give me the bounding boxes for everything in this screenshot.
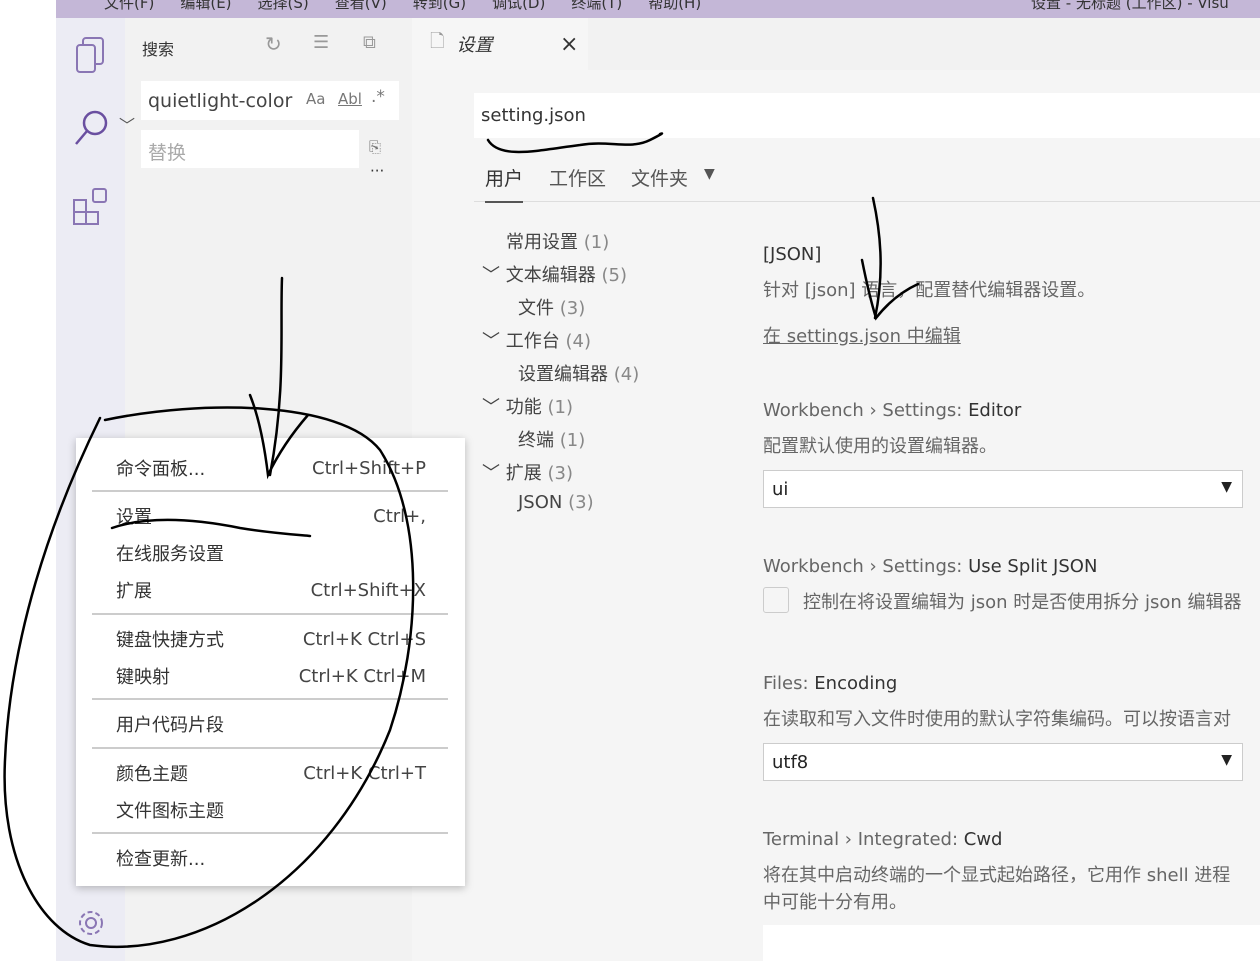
manage-context-menu: 命令面板... Ctrl+Shift+P 设置 Ctrl+, 在线服务设置 扩展 Ct… [76, 438, 465, 886]
cwd-input[interactable] [763, 925, 1260, 965]
replace-input[interactable]: 替换 [141, 130, 359, 168]
menu-item-extensions[interactable]: 扩展 Ctrl+Shift+X [116, 574, 426, 606]
menu-go[interactable]: 转到(G) [413, 0, 466, 13]
setting-title: Workbench › Settings: Editor [763, 400, 1022, 421]
scope-tabs: 用户 工作区 文件夹 ▼ [474, 164, 1260, 203]
replace-placeholder: 替换 [148, 142, 187, 164]
settings-editor-select[interactable]: ui ▼ [763, 470, 1243, 508]
setting-title: Workbench › Settings: Use Split JSON [763, 556, 1098, 577]
clear-results-icon[interactable]: ☰ [313, 32, 329, 53]
menu-edit[interactable]: 编辑(E) [180, 0, 231, 13]
menu-terminal[interactable]: 终端(T) [571, 0, 622, 13]
menu-item-keyboard-shortcuts[interactable]: 键盘快捷方式 Ctrl+K Ctrl+S [116, 623, 426, 655]
close-icon[interactable]: × [560, 32, 578, 57]
dropdown-arrow-icon: ▼ [1221, 479, 1232, 495]
menu-item-color-theme[interactable]: 颜色主题 Ctrl+K Ctrl+T [116, 757, 426, 789]
menu-debug[interactable]: 调试(D) [492, 0, 545, 13]
toc-item[interactable]: 终端 (1) [518, 426, 585, 452]
menu-separator [92, 490, 448, 492]
setting-desc: 将在其中启动终端的一个显式起始路径，它用作 shell 进程 [763, 865, 1231, 886]
tab-label: 设置 [456, 35, 493, 56]
settings-search-value: setting.json [481, 105, 586, 126]
files-icon[interactable] [56, 30, 125, 80]
toc-item[interactable]: 设置编辑器 (4) [518, 360, 639, 386]
toc-item[interactable]: ﹀ 文本编辑器 (5) [482, 261, 627, 287]
menu-separator [92, 698, 448, 700]
dropdown-arrow-icon: ▼ [1221, 752, 1232, 768]
menu-separator [92, 832, 448, 834]
menu-separator [92, 613, 448, 615]
settings-editor: setting.json 用户 工作区 文件夹 ▼ 常用设置 (1) ﹀ 文本编… [412, 70, 1260, 965]
edit-in-settings-json-link[interactable]: 在 settings.json 中编辑 [763, 322, 961, 348]
settings-search-input[interactable]: setting.json [474, 93, 1260, 138]
use-split-json-checkbox[interactable] [763, 587, 789, 613]
tab-workspace[interactable]: 工作区 [549, 164, 606, 191]
toc-item[interactable]: ﹀ 工作台 (4) [482, 327, 591, 353]
extensions-icon[interactable] [56, 181, 125, 231]
toc-item[interactable]: ﹀ 扩展 (3) [482, 459, 573, 485]
menu-selection[interactable]: 选择(S) [258, 0, 309, 13]
menu-item-check-updates[interactable]: 检查更新... [116, 842, 426, 874]
json-setting-title: [JSON] [763, 244, 822, 265]
setting-desc: 控制在将设置编辑为 json 时是否使用拆分 json 编辑器 [803, 592, 1242, 613]
menu-item-online-settings[interactable]: 在线服务设置 [116, 537, 426, 569]
setting-desc: 在读取和写入文件时使用的默认字符集编码。可以按语言对 [763, 709, 1231, 730]
toc-item[interactable]: 文件 (3) [518, 294, 585, 320]
toc-item[interactable]: ﹀ 功能 (1) [482, 393, 573, 419]
collapse-all-icon[interactable]: ⧉ [363, 32, 376, 53]
sidebar-title: 搜索 [142, 40, 175, 59]
menu-item-file-icon-theme[interactable]: 文件图标主题 [116, 794, 426, 826]
window-title: 设置 - 无标题 (工作区) - Visu [1031, 0, 1229, 12]
folder-dropdown-icon[interactable]: ▼ [704, 166, 715, 182]
menu-help[interactable]: 帮助(H) [648, 0, 701, 13]
match-case-icon[interactable]: Aa [306, 90, 325, 108]
refresh-icon[interactable]: ↻ [265, 32, 282, 56]
setting-desc: 中可能十分有用。 [763, 892, 907, 913]
menu-file[interactable]: 文件(F) [104, 0, 154, 13]
file-icon: 🗋 [430, 31, 445, 52]
toc-item[interactable]: JSON (3) [518, 492, 594, 513]
tab-settings[interactable]: 🗋 设置 × [412, 18, 588, 70]
setting-desc: 配置默认使用的设置编辑器。 [763, 436, 997, 457]
replace-all-icon[interactable]: ⎘ [369, 138, 381, 156]
search-icon[interactable] [56, 103, 125, 153]
tab-folder[interactable]: 文件夹 [631, 164, 688, 191]
menu-item-user-snippets[interactable]: 用户代码片段 [116, 708, 426, 740]
tab-user[interactable]: 用户 [485, 164, 524, 203]
menu-item-command-palette[interactable]: 命令面板... Ctrl+Shift+P [116, 452, 426, 484]
menu-view[interactable]: 查看(V) [335, 0, 387, 13]
chevron-down-icon[interactable]: ﹀ [119, 112, 135, 136]
title-bar: 文件(F) 编辑(E) 选择(S) 查看(V) 转到(G) 调试(D) 终端(T… [56, 0, 1260, 18]
more-options-icon[interactable]: ··· [370, 162, 384, 180]
gear-icon[interactable] [56, 898, 125, 948]
json-setting-desc: 针对 [json] 语言，配置替代编辑器设置。 [763, 280, 1096, 301]
encoding-select[interactable]: utf8 ▼ [763, 743, 1243, 781]
setting-title: Terminal › Integrated: Cwd [763, 829, 1003, 850]
search-value: quietlight-color [148, 90, 293, 112]
whole-word-icon[interactable]: Abl [338, 90, 362, 108]
menu-item-keymaps[interactable]: 键映射 Ctrl+K Ctrl+M [116, 660, 426, 692]
toc-item[interactable]: 常用设置 (1) [506, 228, 609, 254]
menu-separator [92, 747, 448, 749]
search-input[interactable]: quietlight-color Aa Abl .* [141, 81, 399, 120]
tab-bar: 🗋 设置 × [412, 18, 1260, 70]
regex-icon[interactable]: .* [371, 87, 385, 107]
menu-item-settings[interactable]: 设置 Ctrl+, [116, 500, 426, 532]
setting-title: Files: Encoding [763, 673, 898, 694]
